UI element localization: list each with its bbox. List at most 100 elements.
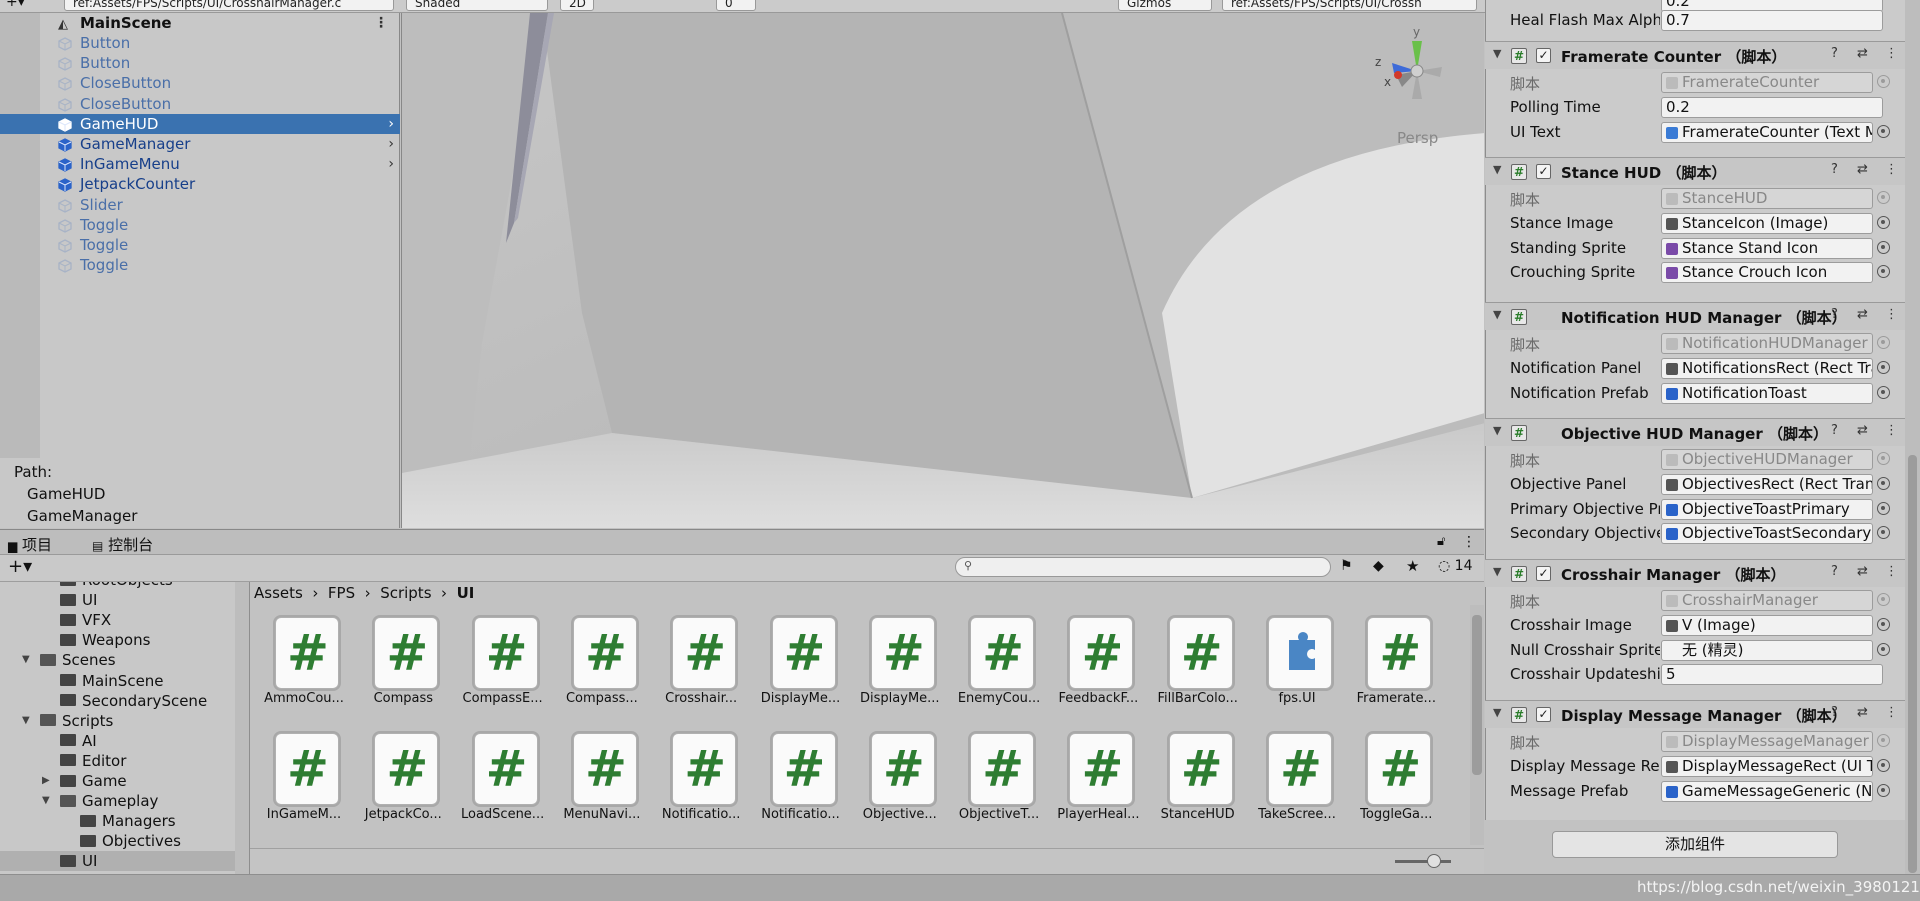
object-picker-icon[interactable] — [1877, 758, 1890, 772]
hierarchy-item[interactable]: JetpackCounter — [0, 174, 400, 194]
object-picker-icon[interactable] — [1877, 501, 1890, 515]
breadcrumb-item[interactable]: Assets — [254, 584, 303, 602]
fold-arrow-icon[interactable]: ▼ — [1493, 565, 1501, 578]
chevron-right-icon[interactable]: ▶ — [42, 771, 50, 791]
grid-scroll-thumb[interactable] — [1472, 615, 1482, 775]
object-picker-icon[interactable] — [1877, 783, 1890, 797]
chevron-down-icon[interactable]: ▼ — [42, 791, 50, 811]
help-icon[interactable]: ? — [1831, 162, 1838, 177]
asset-tile[interactable]: # StanceHUD — [1148, 721, 1248, 833]
object-field[interactable]: Stance Crouch Icon — [1661, 262, 1873, 284]
object-picker-icon[interactable] — [1877, 642, 1890, 656]
asset-tile[interactable]: # ObjectiveT... — [949, 721, 1049, 833]
asset-tile[interactable]: # FeedbackF... — [1048, 605, 1148, 717]
asset-tile[interactable]: # Compass — [353, 605, 453, 717]
asset-tile[interactable]: # FillBarColo... — [1148, 605, 1248, 717]
asset-tile[interactable]: # JetpackCo... — [353, 721, 453, 833]
add-icon[interactable]: +▾ — [6, 0, 25, 10]
tree-item[interactable]: SecondaryScene — [0, 691, 235, 711]
hierarchy-item[interactable]: GameHUD › — [0, 113, 400, 134]
object-field[interactable]: ObjectiveToastPrimary — [1661, 498, 1873, 520]
add-component-button[interactable]: 添加组件 — [1552, 831, 1838, 858]
gizmos-dropdown[interactable]: Gizmos — [1118, 0, 1212, 11]
settings-icon[interactable]: ⇄ — [1857, 307, 1868, 322]
object-picker-icon[interactable] — [1877, 215, 1890, 229]
help-icon[interactable]: ? — [1831, 46, 1838, 61]
fold-arrow-icon[interactable]: ▼ — [1493, 47, 1501, 60]
lock-icon[interactable]: 🔓︎ — [1437, 534, 1445, 549]
object-field[interactable]: V (Image) — [1661, 614, 1873, 636]
tree-item[interactable]: ▼ Scripts — [0, 711, 235, 731]
settings-icon[interactable]: ⇄ — [1857, 46, 1868, 61]
more-icon[interactable]: ⋮ — [1885, 162, 1898, 177]
chevron-right-icon[interactable]: › — [388, 154, 394, 174]
more-icon[interactable]: ⋮ — [1885, 46, 1898, 61]
hidden-packages-icon[interactable]: ◌ 14 — [1438, 558, 1473, 574]
hidden-count[interactable]: 0 — [716, 0, 756, 11]
heal-flash-field[interactable]: 0.7 — [1661, 10, 1883, 31]
asset-tile[interactable]: # InGameM... — [254, 721, 354, 833]
fold-arrow-icon[interactable]: ▼ — [1493, 308, 1501, 321]
project-search-input[interactable]: ⚲ — [955, 557, 1331, 577]
asset-tile[interactable]: # DisplayMe... — [850, 605, 950, 717]
camera-mode-label[interactable]: Persp — [1397, 129, 1438, 147]
help-icon[interactable]: ? — [1831, 564, 1838, 579]
object-picker-icon[interactable] — [1877, 385, 1890, 399]
breadcrumb-item[interactable]: UI — [457, 584, 475, 602]
favorite-star-icon[interactable]: ★ — [1406, 557, 1419, 575]
object-picker-icon[interactable] — [1877, 360, 1890, 374]
object-field[interactable]: FramerateCounter (Text M — [1661, 121, 1873, 143]
tree-item[interactable]: UI — [0, 590, 235, 610]
hierarchy-item[interactable]: Slider — [0, 195, 400, 215]
object-field[interactable]: GameMessageGeneric (N — [1661, 780, 1873, 802]
object-picker-icon[interactable] — [1877, 265, 1890, 279]
settings-icon[interactable]: ⇄ — [1857, 564, 1868, 579]
tree-item[interactable]: ▼ Scenes — [0, 650, 235, 670]
object-picker-icon[interactable] — [1877, 476, 1890, 490]
hierarchy-item[interactable]: CloseButton — [0, 94, 400, 114]
help-icon[interactable]: ? — [1831, 705, 1838, 720]
tree-item[interactable]: Objectives — [0, 831, 235, 851]
asset-tile[interactable]: # ToggleGa... — [1346, 721, 1446, 833]
component-header[interactable]: ▼ # Notification HUD Manager （脚本）? ⇄ ⋮ — [1485, 302, 1905, 330]
text-field[interactable]: 0.2 — [1661, 96, 1883, 118]
breadcrumb-item[interactable]: FPS — [328, 584, 355, 602]
asset-tile[interactable]: # PlayerHeal... — [1048, 721, 1148, 833]
object-field[interactable]: StanceIcon (Image) — [1661, 212, 1873, 234]
enabled-checkbox[interactable]: ✓ — [1536, 164, 1551, 179]
more-icon[interactable]: ⋮ — [1462, 534, 1476, 550]
create-icon[interactable]: +▾ — [8, 556, 32, 577]
tree-item[interactable]: VFX — [0, 610, 235, 630]
fold-arrow-icon[interactable]: ▼ — [1493, 424, 1501, 437]
tree-item[interactable]: Editor — [0, 751, 235, 771]
breadcrumb-item[interactable]: Scripts — [380, 584, 431, 602]
component-header[interactable]: ▼ # ✓ Display Message Manager （脚本）? ⇄ ⋮ — [1485, 700, 1905, 728]
object-field[interactable]: ObjectivesRect (Rect Trans — [1661, 473, 1873, 495]
2d-toggle[interactable]: 2D — [560, 0, 594, 11]
label-icon[interactable]: ◆ — [1373, 558, 1384, 574]
asset-tile[interactable]: fps.UI — [1247, 605, 1347, 717]
hierarchy-item[interactable]: Toggle — [0, 255, 400, 275]
hierarchy-item[interactable]: CloseButton — [0, 73, 400, 93]
scene-row[interactable]: ◭ MainScene ⋮ — [0, 13, 400, 33]
asset-tile[interactable]: # Framerate... — [1346, 605, 1446, 717]
object-field[interactable]: 无 (精灵) — [1661, 639, 1873, 661]
filter-type-icon[interactable]: ⚑ — [1340, 558, 1353, 574]
zoom-slider-track[interactable] — [1395, 860, 1451, 863]
object-picker-icon[interactable] — [1877, 526, 1890, 540]
tree-item[interactable]: RootObjects — [0, 582, 235, 590]
hierarchy-item[interactable]: Button — [0, 53, 400, 73]
asset-tile[interactable]: # AmmoCou... — [254, 605, 354, 717]
hierarchy-item[interactable]: Toggle — [0, 215, 400, 235]
tree-item[interactable]: UI — [0, 851, 235, 872]
chevron-right-icon[interactable]: › — [388, 114, 394, 134]
more-icon[interactable]: ⋮ — [1885, 705, 1898, 720]
component-header[interactable]: ▼ # ✓ Stance HUD （脚本）? ⇄ ⋮ — [1485, 157, 1905, 185]
chevron-down-icon[interactable]: ▼ — [22, 650, 30, 670]
hierarchy-item[interactable]: InGameMenu › — [0, 154, 400, 174]
scene-view[interactable]: y z x Persp — [401, 13, 1484, 528]
object-picker-icon[interactable] — [1877, 240, 1890, 254]
object-field[interactable]: NotificationToast — [1661, 382, 1873, 404]
object-field[interactable]: Stance Stand Icon — [1661, 237, 1873, 259]
tree-item[interactable]: MainScene — [0, 671, 235, 691]
